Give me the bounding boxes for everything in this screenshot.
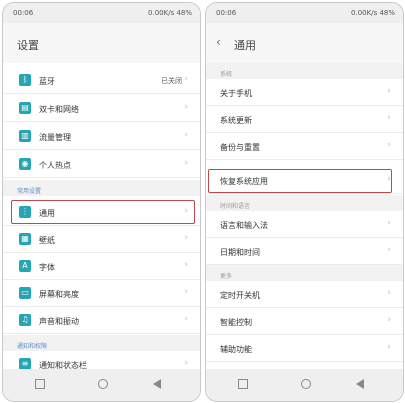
settings-item-label: 蓝牙 — [39, 77, 55, 86]
title-bar: ‹ 通用 — [206, 23, 403, 63]
settings-item-date-time[interactable]: 日期和时间 › — [206, 238, 403, 265]
settings-screen: 00:06 0.00K/s 48% 设置 ᛒ 蓝牙 已关闭 › ▤ 双卡和网络 … — [2, 2, 201, 402]
recent-apps-icon[interactable] — [238, 379, 248, 389]
settings-item-system-update[interactable]: 系统更新 › — [206, 106, 403, 133]
settings-item-language-input[interactable]: 语言和输入法 › — [206, 211, 403, 238]
sim-card-icon: ▤ — [19, 102, 31, 114]
settings-item-label: 辅助功能 — [220, 345, 252, 354]
bluetooth-status: 已关闭 — [161, 77, 182, 85]
status-time: 00:06 — [13, 9, 34, 17]
chevron-right-icon: › — [184, 102, 188, 112]
settings-item-data-usage[interactable]: ▥ 流量管理 › — [3, 123, 200, 150]
home-icon[interactable] — [98, 379, 108, 389]
section-title: 常用设置 — [17, 188, 42, 195]
hotspot-icon: ◉ — [19, 158, 31, 170]
chevron-right-icon: › — [387, 315, 391, 325]
settings-item-about-phone[interactable]: 关于手机 › — [206, 79, 403, 106]
settings-item-scheduled-power[interactable]: 定时开关机 › — [206, 281, 403, 308]
section-title: 系统 — [220, 71, 233, 78]
settings-item-sound[interactable]: ♫ 声音和振动 › — [3, 307, 200, 334]
chevron-right-icon: › — [387, 342, 391, 352]
settings-item-backup-reset[interactable]: 备份与重置 › — [206, 133, 403, 160]
chevron-right-icon: › — [184, 314, 188, 324]
section-header-more: 更多 — [206, 265, 403, 281]
section-title: 更多 — [220, 273, 233, 280]
chevron-right-icon: › — [387, 140, 391, 150]
settings-item-label: 声音和振动 — [39, 317, 79, 326]
settings-item-label: 语言和输入法 — [220, 221, 268, 230]
settings-item-label: 壁纸 — [39, 236, 55, 245]
settings-item-display[interactable]: ▭ 屏幕和亮度 › — [3, 280, 200, 307]
home-icon[interactable] — [301, 379, 311, 389]
wallpaper-icon: ▦ — [19, 233, 31, 245]
chevron-right-icon: › — [184, 358, 188, 368]
settings-item-label: 流量管理 — [39, 133, 71, 142]
chevron-right-icon: › — [387, 245, 391, 255]
status-bar: 00:06 0.00K/s 48% — [206, 3, 403, 23]
status-bar: 00:06 0.00K/s 48% — [3, 3, 200, 23]
settings-item-label: 关于手机 — [220, 89, 252, 98]
page-title: 设置 — [17, 39, 39, 52]
settings-item-wallpaper[interactable]: ▦ 壁纸 › — [3, 226, 200, 253]
chevron-right-icon: › — [387, 86, 391, 96]
general-screen: 00:06 0.00K/s 48% ‹ 通用 系统 关于手机 › 系统更新 › … — [205, 2, 404, 402]
back-arrow-icon[interactable]: ‹ — [216, 35, 221, 49]
settings-item-hotspot[interactable]: ◉ 个人热点 › — [3, 151, 200, 178]
status-network: 0.00K/s 48% — [148, 9, 192, 17]
page-title: 通用 — [234, 39, 256, 52]
chevron-right-icon: › — [184, 260, 188, 270]
chevron-right-icon: › — [184, 130, 188, 140]
highlight-box — [208, 169, 392, 193]
section-title: 时间和语言 — [220, 203, 251, 210]
settings-item-label: 智能控制 — [220, 318, 252, 327]
chevron-right-icon: › — [184, 74, 188, 84]
settings-item-sim-network[interactable]: ▤ 双卡和网络 › — [3, 95, 200, 122]
chevron-right-icon: › — [387, 288, 391, 298]
title-bar: 设置 — [3, 23, 200, 63]
section-title: 通知和权限 — [17, 343, 48, 350]
highlight-box — [11, 200, 195, 224]
section-header-common: 常用设置 — [3, 180, 200, 196]
status-network: 0.00K/s 48% — [351, 9, 395, 17]
section-header-system: 系统 — [206, 63, 403, 79]
nav-bar — [3, 369, 200, 401]
settings-item-font[interactable]: A 字体 › — [3, 253, 200, 280]
recent-apps-icon[interactable] — [35, 379, 45, 389]
data-usage-icon: ▥ — [19, 130, 31, 142]
status-time: 00:06 — [216, 9, 237, 17]
chevron-right-icon: › — [184, 233, 188, 243]
sound-icon: ♫ — [19, 314, 31, 326]
nav-bar — [206, 369, 403, 401]
settings-item-label: 双卡和网络 — [39, 105, 79, 114]
section-header-time-language: 时间和语言 — [206, 195, 403, 211]
settings-item-label: 个人热点 — [39, 161, 71, 170]
section-header-notifications: 通知和权限 — [3, 335, 200, 351]
settings-item-accessibility[interactable]: 辅助功能 › — [206, 335, 403, 362]
settings-item-label: 定时开关机 — [220, 291, 260, 300]
settings-item-label: 备份与重置 — [220, 143, 260, 152]
chevron-right-icon: › — [184, 158, 188, 168]
settings-item-smart-control[interactable]: 智能控制 › — [206, 308, 403, 335]
settings-item-bluetooth[interactable]: ᛒ 蓝牙 已关闭 › — [3, 67, 200, 94]
bluetooth-icon: ᛒ — [19, 74, 31, 86]
back-icon[interactable] — [153, 379, 161, 389]
settings-item-label: 屏幕和亮度 — [39, 290, 79, 299]
settings-item-label: 日期和时间 — [220, 248, 260, 257]
font-icon: A — [19, 260, 31, 272]
settings-item-label: 字体 — [39, 263, 55, 272]
settings-item-label: 系统更新 — [220, 116, 252, 125]
chevron-right-icon: › — [387, 113, 391, 123]
chevron-right-icon: › — [387, 218, 391, 228]
back-icon[interactable] — [356, 379, 364, 389]
chevron-right-icon: › — [184, 287, 188, 297]
display-icon: ▭ — [19, 287, 31, 299]
